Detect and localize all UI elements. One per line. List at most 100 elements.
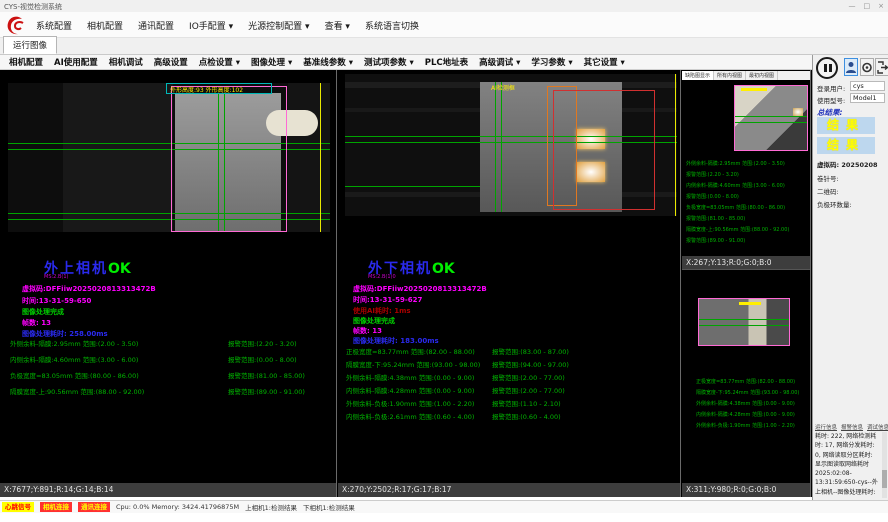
camera-connect-badge: 相机连接 [40,502,72,512]
settings-button[interactable] [860,58,874,76]
bottom-camera-result[interactable]: 下相机1:检测结果 [303,502,355,512]
measurement-row: 内侧余料-隔膜:4.60mm 范围:(3.00 - 6.00) [10,354,138,364]
ai-detect-label: AI检测框 [491,83,515,92]
tool-camera-debug[interactable]: 相机调试 [109,56,143,68]
login-user-field[interactable]: cys [850,81,885,91]
camera-image-left[interactable]: 外形高度:93 外形高度:102 [8,83,330,232]
window-title: CYS-视觉检测系统 [4,2,62,12]
thumbnail-panel-bottom[interactable]: 正极宽度=83.77mm 范围:(82.00 - 88.00) 隔膜宽度-下:9… [682,270,810,497]
tool-baseline-params[interactable]: 基准线参数 ▾ [303,56,353,68]
tab-defect-view[interactable]: 缺陷图显示 [682,71,714,80]
tab-debug-info[interactable]: 调试信息 [867,423,888,431]
menu-view[interactable]: 查看 ▾ [325,19,350,32]
result-badge-bottom: 结果 [817,137,875,154]
alarm-range: 报警范围:(81.00 - 85.00) [228,370,305,380]
tool-ai-config[interactable]: AI使用配置 [54,56,98,68]
pause-button[interactable] [816,57,838,79]
thumbnail-tabs: 缺陷图显示 所有内视图 最初内视图 [682,71,810,80]
scene-structure [288,83,330,232]
heartbeat-badge: 心跳信号 [2,502,34,512]
thumb-info-line: 内侧余料-隔膜:4.28mm 范围:(0.00 - 9.00) [696,411,795,418]
roi-rect-magenta [171,86,287,232]
camera-panel-left: 外形高度:93 外形高度:102 外上相机OK MS:2.B(1) 虚拟码:DF… [0,70,336,497]
model-label: 使用型号: [817,95,845,105]
maximize-icon[interactable]: □ [864,1,871,11]
baseline-line [495,82,496,212]
top-camera-result[interactable]: 上相机1:检测结果 [245,502,297,512]
tab-alarm-info[interactable]: 报警信息 [841,423,863,431]
pixel-coords-left: X:7677;Y:891;R:14;G:14;B:14 [0,483,336,497]
log-scrollbar[interactable] [882,432,887,498]
log-tabs: 运行信息 报警信息 调试信息 [815,423,888,431]
process-done-line: 图像处理完成 [353,316,395,326]
thumbnail-image [734,85,808,151]
result-badge-top: 结果 [817,117,875,134]
tab-initial-views[interactable]: 最初内视图 [746,71,778,80]
baseline-line [699,325,789,326]
menu-camera-config[interactable]: 相机配置 [87,19,123,32]
tool-image-processing[interactable]: 图像处理 ▾ [251,56,292,68]
tool-advanced-debug[interactable]: 高级调试 ▾ [479,56,520,68]
logout-icon [877,61,888,74]
tab-all-views[interactable]: 所有内视图 [714,71,746,80]
exit-button[interactable] [875,58,888,76]
camera-image-middle[interactable]: AI检测框 [345,74,677,216]
pin-number-label: 卷针号: [817,173,839,183]
camera-panel-middle: AI检测框 外下相机OK MS:2.B(1)0 虚拟码:DFFiiw202502… [338,70,680,497]
menu-light-config[interactable]: 光源控制配置 ▾ [248,19,309,32]
thumbnail-panel-top[interactable]: 外侧余料-隔膜:2.95mm 范围:(2.00 - 3.50) 报警范围:(2.… [682,80,810,270]
tool-test-params[interactable]: 测试项参数 ▾ [364,56,414,68]
tool-other-settings[interactable]: 其它设置 ▾ [584,56,625,68]
tool-advanced-settings[interactable]: 高级设置 [154,56,188,68]
measurement-row: 负极宽度=83.05mm 范围:(80.00 - 86.00) [10,370,139,380]
alarm-range: 报警范围:(0.60 - 4.00) [492,411,561,421]
measurement-row: 外侧余料-隔膜:4.38mm 范围:(0.00 - 9.00) [346,372,474,382]
tab-running-image[interactable]: 运行图像 [3,36,57,54]
tool-plc-address[interactable]: PLC地址表 [425,56,468,68]
scrollbar-thumb[interactable] [882,470,887,488]
minimize-icon[interactable]: — [849,1,856,11]
menu-system-config[interactable]: 系统配置 [36,19,72,32]
overlay-text-blob [739,302,761,305]
title-bar: CYS-视觉检测系统 — □ × [0,0,888,12]
gear-icon [862,61,872,74]
close-icon[interactable]: × [878,1,884,11]
baseline-line [735,116,807,117]
alarm-range: 报警范围:(83.00 - 87.00) [492,346,569,356]
alarm-range: 报警范围:(89.00 - 91.00) [228,386,305,396]
height-overlay-label: 外形高度:93 外形高度:102 [170,85,243,94]
time-line: 时间:13-31-59-627 [353,295,422,305]
menu-language-switch[interactable]: 系统语言切换 [365,19,419,32]
thumb-info-line: 报警范围:(2.20 - 3.20) [686,171,739,178]
roi-rect-red [553,90,655,210]
overlay-text-blob [741,88,767,91]
app-logo-icon [5,15,27,36]
thumb-info-line: 外侧余料-隔膜:4.38mm 范围:(0.00 - 9.00) [696,400,795,407]
user-icon [846,61,856,74]
tool-camera-config[interactable]: 相机配置 [9,56,43,68]
model-field[interactable]: Model1 [850,93,885,103]
pixel-coords-thumb1: X:267;Y:13;R:0;G:0;B:0 [682,256,810,269]
alarm-range: 报警范围:(94.00 - 97.00) [492,359,569,369]
time-line: 时间:13-31-59-650 [22,296,91,306]
measurement-row: 外侧余料-负极:1.90mm 范围:(1.00 - 2.20) [346,398,474,408]
qr-code-label: 二维码: [817,186,839,196]
menu-comm-config[interactable]: 通讯配置 [138,19,174,32]
measurement-row: 隔膜宽度-上:90.56mm 范围:(88.00 - 92.00) [10,386,144,396]
thumb-info-line: 报警范围:(81.00 - 85.00) [686,215,745,222]
pixel-coords-middle: X:270;Y:2502;R:17;G:17;B:17 [338,483,680,497]
trigger-note: MS:2.B(1) [44,274,68,280]
thumb-info-line: 报警范围:(89.00 - 91.00) [686,237,745,244]
menu-io-config[interactable]: IO手配置 ▾ [189,19,233,32]
menu-bar: 系统配置 相机配置 通讯配置 IO手配置 ▾ 光源控制配置 ▾ 查看 ▾ 系统语… [0,12,888,38]
cpu-memory-stat: Cpu: 0.0% Memory: 3424.41796875M [116,503,239,511]
measurement-row: 内侧余料-隔膜:4.28mm 范围:(0.00 - 9.00) [346,385,474,395]
alarm-range: 报警范围:(1.10 - 2.10) [492,398,561,408]
tool-learning-params[interactable]: 学习参数 ▾ [531,56,572,68]
tab-run-info[interactable]: 运行信息 [815,423,837,431]
ruler-line-yellow [675,74,676,216]
alarm-range: 报警范围:(2.00 - 77.00) [492,385,565,395]
thumb-info-line: 负极宽度=83.05mm 范围:(80.00 - 86.00) [686,204,785,211]
user-lock-button[interactable] [844,58,858,76]
tool-spotcheck-settings[interactable]: 点检设置 ▾ [199,56,240,68]
